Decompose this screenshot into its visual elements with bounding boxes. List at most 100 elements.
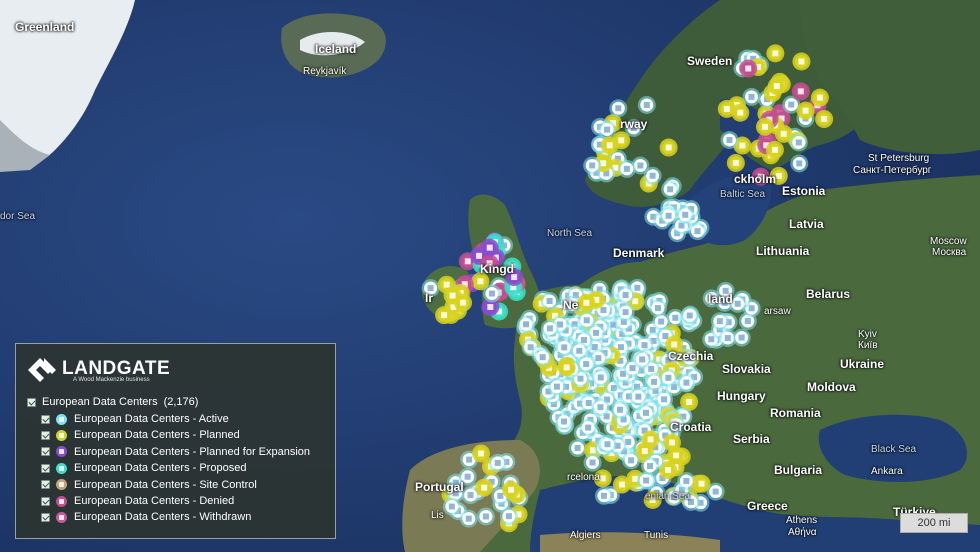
data-center-marker[interactable] [598,435,617,454]
data-center-marker[interactable] [591,368,610,387]
layer-checkbox[interactable] [41,447,50,457]
data-center-marker[interactable] [659,206,678,225]
data-center-marker[interactable] [677,471,696,490]
data-center-marker[interactable] [643,166,662,185]
landgate-logo-icon [28,358,56,382]
data-center-marker[interactable] [792,52,811,71]
data-center-marker[interactable] [612,475,631,494]
data-center-marker[interactable] [810,88,829,107]
data-center-marker[interactable] [499,507,518,526]
label-belarus: Belarus [806,287,851,301]
layer-row[interactable]: European Data Centers - Withdrawn [41,510,251,524]
layer-row[interactable]: European Data Centers - Active [41,412,229,426]
layer-checkbox[interactable] [41,414,50,424]
data-center-marker[interactable] [540,292,559,311]
data-center-marker[interactable] [547,377,566,396]
data-center-marker[interactable] [659,368,678,387]
label-croatia: Croatia [670,420,712,434]
layer-checkbox[interactable] [41,463,50,473]
data-center-marker[interactable] [688,222,707,241]
data-center-marker[interactable] [732,328,751,347]
data-center-marker[interactable] [502,480,521,499]
data-center-marker[interactable] [706,482,725,501]
data-center-marker[interactable] [661,180,680,199]
data-center-marker[interactable] [480,238,499,257]
data-center-marker[interactable] [622,451,641,470]
data-center-marker[interactable] [600,136,619,155]
data-center-marker[interactable] [459,509,478,528]
data-center-marker[interactable] [443,286,462,305]
data-center-marker[interactable] [637,403,656,422]
data-center-marker[interactable] [710,312,729,331]
data-center-marker[interactable] [555,412,574,431]
data-center-marker[interactable] [815,110,834,129]
data-center-marker[interactable] [555,338,574,357]
layer-checkbox[interactable] [41,512,50,522]
data-center-marker[interactable] [475,478,494,497]
data-center-marker[interactable] [629,387,648,406]
label-moscow-ru: Москва [932,247,967,258]
data-center-marker[interactable] [617,159,636,178]
data-center-marker[interactable] [533,348,552,367]
data-center-marker[interactable] [680,306,699,325]
layer-checkbox[interactable] [41,496,50,506]
layer-root-label: European Data Centers [42,396,158,408]
label-reykjavik: Reykjavík [303,66,347,77]
data-center-marker[interactable] [796,101,815,120]
data-center-marker[interactable] [742,87,761,106]
layer-checkbox[interactable] [41,480,50,490]
data-center-marker[interactable] [717,99,736,118]
data-center-marker[interactable] [677,373,696,392]
data-center-marker[interactable] [442,497,461,516]
data-center-marker[interactable] [488,453,507,472]
data-center-marker[interactable] [577,355,596,374]
data-center-marker[interactable] [765,140,784,159]
label-iceland: Iceland [315,42,357,56]
data-center-marker[interactable] [577,293,596,312]
data-center-marker[interactable] [540,319,559,338]
data-center-marker[interactable] [517,315,536,334]
layer-checkbox[interactable] [41,430,50,440]
data-center-marker[interactable] [611,400,630,419]
data-center-marker[interactable] [435,306,454,325]
data-center-marker[interactable] [598,120,617,139]
data-center-marker[interactable] [791,82,810,101]
data-center-marker[interactable] [568,439,587,458]
data-center-marker[interactable] [637,95,656,114]
layer-row[interactable]: European Data Centers - Site Control [41,478,257,492]
data-center-marker[interactable] [482,284,501,303]
data-center-marker[interactable] [616,285,635,304]
data-center-marker[interactable] [583,156,602,175]
layer-row[interactable]: European Data Centers - Planned [41,428,240,442]
data-center-marker[interactable] [641,430,660,449]
data-center-marker[interactable] [676,205,695,224]
data-center-marker[interactable] [641,457,660,476]
data-center-marker[interactable] [789,133,808,152]
data-center-marker[interactable] [790,154,809,173]
layer-row[interactable]: European Data Centers - Planned for Expa… [41,445,310,459]
data-center-marker[interactable] [591,398,610,417]
layer-root-checkbox[interactable] [27,397,36,407]
label-hungary: Hungary [717,389,766,403]
data-center-marker[interactable] [633,350,652,369]
data-center-marker[interactable] [609,99,628,118]
data-center-marker[interactable] [767,77,786,96]
layer-root-row[interactable]: European Data Centers (2,176) [27,395,198,409]
layer-row[interactable]: European Data Centers - Denied [41,494,234,508]
data-center-marker[interactable] [755,117,774,136]
data-center-marker[interactable] [557,358,576,377]
data-center-marker[interactable] [476,507,495,526]
data-center-marker[interactable] [583,453,602,472]
data-center-marker[interactable] [616,303,635,322]
data-center-marker[interactable] [655,390,674,409]
data-center-marker[interactable] [739,59,758,78]
data-center-marker[interactable] [472,444,491,463]
data-center-marker[interactable] [720,131,739,150]
layer-row[interactable]: European Data Centers - Proposed [41,461,246,475]
data-center-marker[interactable] [579,418,598,437]
data-center-marker[interactable] [659,138,678,157]
data-center-marker[interactable] [726,153,745,172]
data-center-marker[interactable] [594,486,613,505]
data-center-marker[interactable] [766,44,785,63]
data-center-marker[interactable] [648,299,667,318]
